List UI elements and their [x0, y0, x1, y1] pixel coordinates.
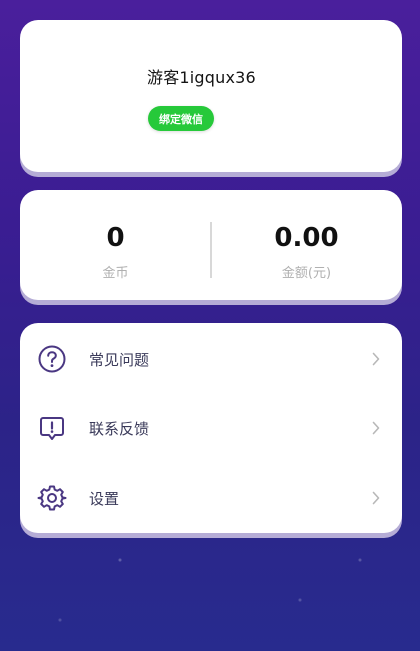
amount-stat[interactable]: 0.00 金额(元)	[211, 190, 402, 300]
chevron-right-icon	[370, 421, 382, 435]
menu-item-label: 常见问题	[89, 350, 150, 369]
coins-label: 金币	[102, 266, 129, 281]
gear-icon	[37, 483, 67, 513]
feedback-icon	[37, 413, 67, 443]
profile-card: 游客1igqux36 绑定微信	[20, 20, 402, 172]
chevron-right-icon	[370, 352, 382, 366]
amount-label: 金额(元)	[281, 266, 332, 281]
stats-card: 0 金币 0.00 金额(元)	[20, 190, 402, 300]
menu-item-feedback[interactable]: 联系反馈	[20, 400, 402, 456]
bind-wechat-button[interactable]: 绑定微信	[148, 106, 214, 131]
coins-value: 0	[106, 223, 125, 253]
coins-stat[interactable]: 0 金币	[20, 190, 211, 300]
username: 游客1igqux36	[147, 68, 256, 87]
menu-card: 常见问题 联系反馈 设置	[20, 323, 402, 533]
menu-item-settings[interactable]: 设置	[20, 470, 402, 526]
stats-divider	[210, 222, 212, 278]
menu-item-label: 联系反馈	[89, 419, 150, 438]
amount-value: 0.00	[274, 223, 339, 253]
menu-item-label: 设置	[89, 489, 120, 508]
menu-item-faq[interactable]: 常见问题	[20, 331, 402, 387]
chevron-right-icon	[370, 491, 382, 505]
question-circle-icon	[37, 344, 67, 374]
